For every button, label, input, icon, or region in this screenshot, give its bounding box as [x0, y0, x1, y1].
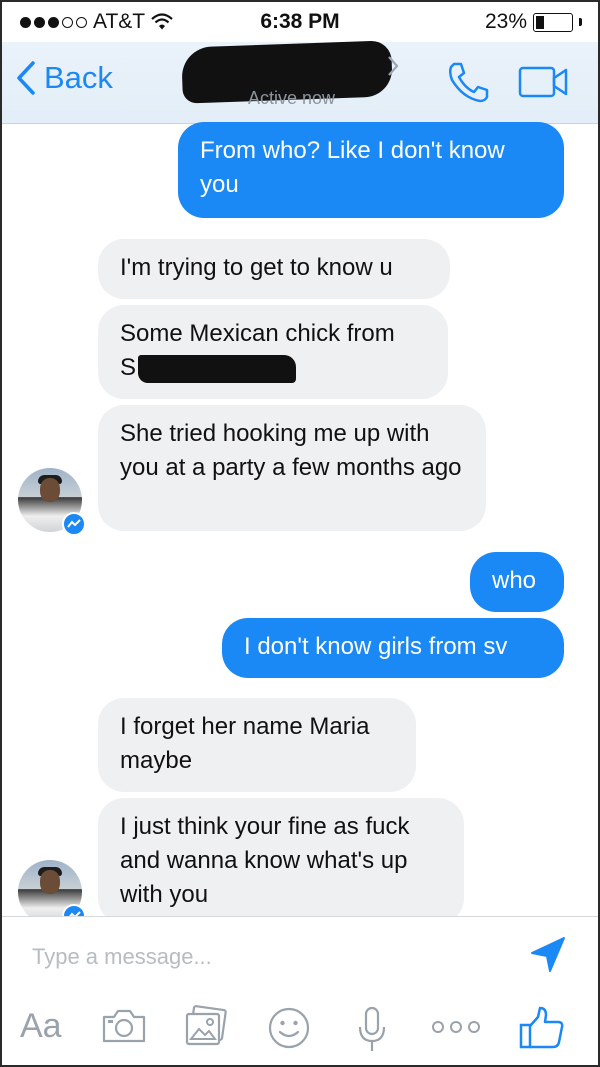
message-text: who — [492, 567, 537, 594]
message-text: I don't know girls from sv — [244, 633, 508, 660]
battery-icon — [533, 12, 573, 32]
presence-status: Active now — [248, 88, 336, 108]
more-icon[interactable] — [430, 1019, 482, 1035]
message-bubble-outgoing[interactable]: From who? Like I don't know you — [178, 122, 564, 218]
messenger-badge-icon — [62, 512, 86, 536]
battery-percent: 23% — [484, 10, 527, 33]
message-input[interactable] — [32, 937, 502, 977]
status-bar: AT&T 6:38 PM 23% — [2, 2, 598, 42]
battery-group: 23% — [485, 10, 582, 34]
composer-toolbar: Aa — [2, 999, 598, 1059]
message-bubble-incoming[interactable]: I just think your fine as fuck and wanna… — [98, 798, 464, 924]
redaction-mark — [138, 354, 297, 383]
text-format-button[interactable]: Aa — [20, 1007, 62, 1046]
message-text: I forget her name Maria maybe — [120, 713, 370, 774]
chevron-right-icon — [388, 56, 399, 76]
phone-icon[interactable] — [445, 60, 491, 104]
back-chevron-icon — [17, 61, 35, 95]
message-bubble-incoming[interactable]: Some Mexican chick from S — [98, 305, 448, 399]
camera-icon[interactable] — [100, 1005, 148, 1047]
messenger-screen: AT&T 6:38 PM 23% Back Active now From wh… — [0, 0, 600, 1067]
message-text: She tried hooking me up with you at a pa… — [120, 420, 462, 481]
message-bubble-outgoing[interactable]: who — [470, 552, 564, 612]
message-bubble-incoming[interactable]: She tried hooking me up with you at a pa… — [98, 405, 486, 531]
back-label: Back — [44, 60, 113, 95]
conversation-header: Back Active now — [2, 40, 598, 124]
message-text: Some Mexican chick from — [120, 320, 395, 347]
video-camera-icon[interactable] — [518, 64, 570, 100]
message-composer: Aa — [2, 916, 598, 1065]
gallery-icon[interactable] — [182, 1005, 230, 1049]
message-text: I'm trying to get to know u — [120, 254, 393, 281]
message-text-line2: S — [120, 354, 137, 381]
message-text: I just think your fine as fuck and wanna… — [120, 813, 410, 908]
back-button[interactable]: Back — [16, 60, 113, 96]
message-bubble-incoming[interactable]: I'm trying to get to know u — [98, 239, 450, 299]
message-bubble-outgoing[interactable]: I don't know girls from sv — [222, 618, 564, 678]
emoji-icon[interactable] — [266, 1005, 312, 1051]
message-bubble-incoming[interactable]: I forget her name Maria maybe — [98, 698, 416, 792]
microphone-icon[interactable] — [356, 1005, 388, 1055]
like-icon[interactable] — [518, 1005, 566, 1051]
send-icon[interactable] — [528, 935, 568, 975]
message-text: From who? Like I don't know you — [200, 137, 505, 198]
